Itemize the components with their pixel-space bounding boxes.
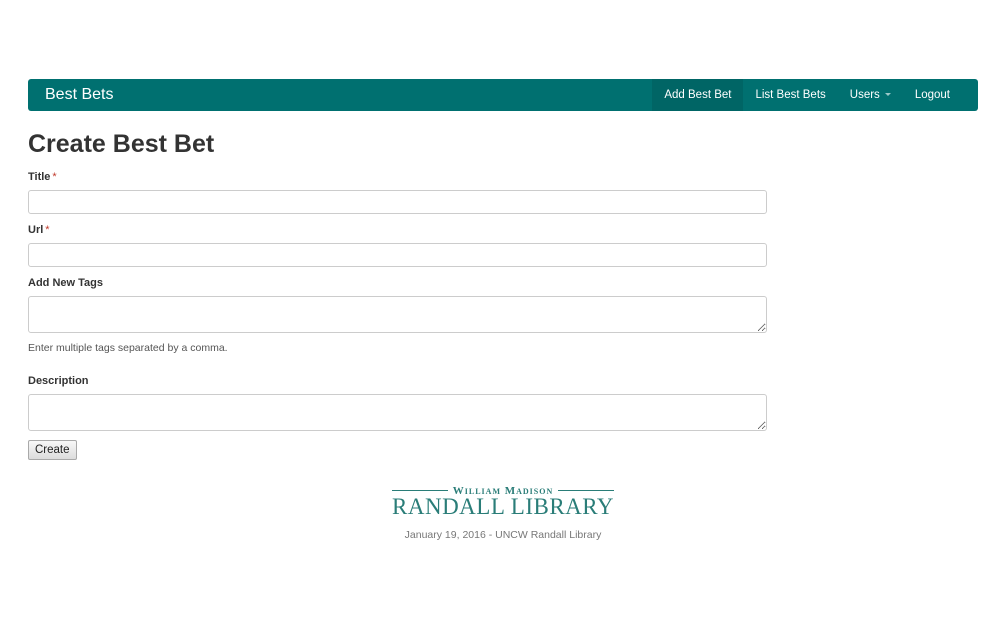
nav-users-dropdown[interactable]: Users [838,79,903,111]
tags-textarea[interactable] [28,296,767,333]
url-label: Url * [28,224,50,236]
title-input[interactable] [28,190,767,214]
description-textarea[interactable] [28,394,767,431]
logo-line2: RANDALL LIBRARY [392,494,614,519]
library-logo: William Madison RANDALL LIBRARY [392,484,615,520]
create-button[interactable]: Create [28,440,77,460]
logo-rule-right [558,490,615,491]
nav-logout[interactable]: Logout [903,79,962,111]
footer-text: January 19, 2016 - UNCW Randall Library [404,529,602,541]
required-mark: * [45,224,50,236]
navbar-brand[interactable]: Best Bets [45,79,113,111]
required-mark: * [52,171,57,183]
caret-down-icon [884,93,891,97]
title-label-text: Title [28,171,51,183]
tags-help-text: Enter multiple tags separated by a comma… [28,342,228,354]
url-input[interactable] [28,243,767,267]
nav-users-label: Users [849,89,880,101]
logo-rule-left [392,490,448,491]
navbar-menu: Add Best Bet List Best Bets Users Logout [652,79,962,111]
navbar: Best Bets Add Best Bet List Best Bets Us… [28,79,978,111]
description-label: Description [28,375,89,387]
nav-add-best-bet[interactable]: Add Best Bet [652,79,744,111]
nav-list-best-bets[interactable]: List Best Bets [743,79,837,111]
url-label-text: Url [28,224,44,236]
title-label: Title * [28,171,57,183]
page-title: Create Best Bet [28,130,215,158]
tags-label: Add New Tags [28,277,103,289]
